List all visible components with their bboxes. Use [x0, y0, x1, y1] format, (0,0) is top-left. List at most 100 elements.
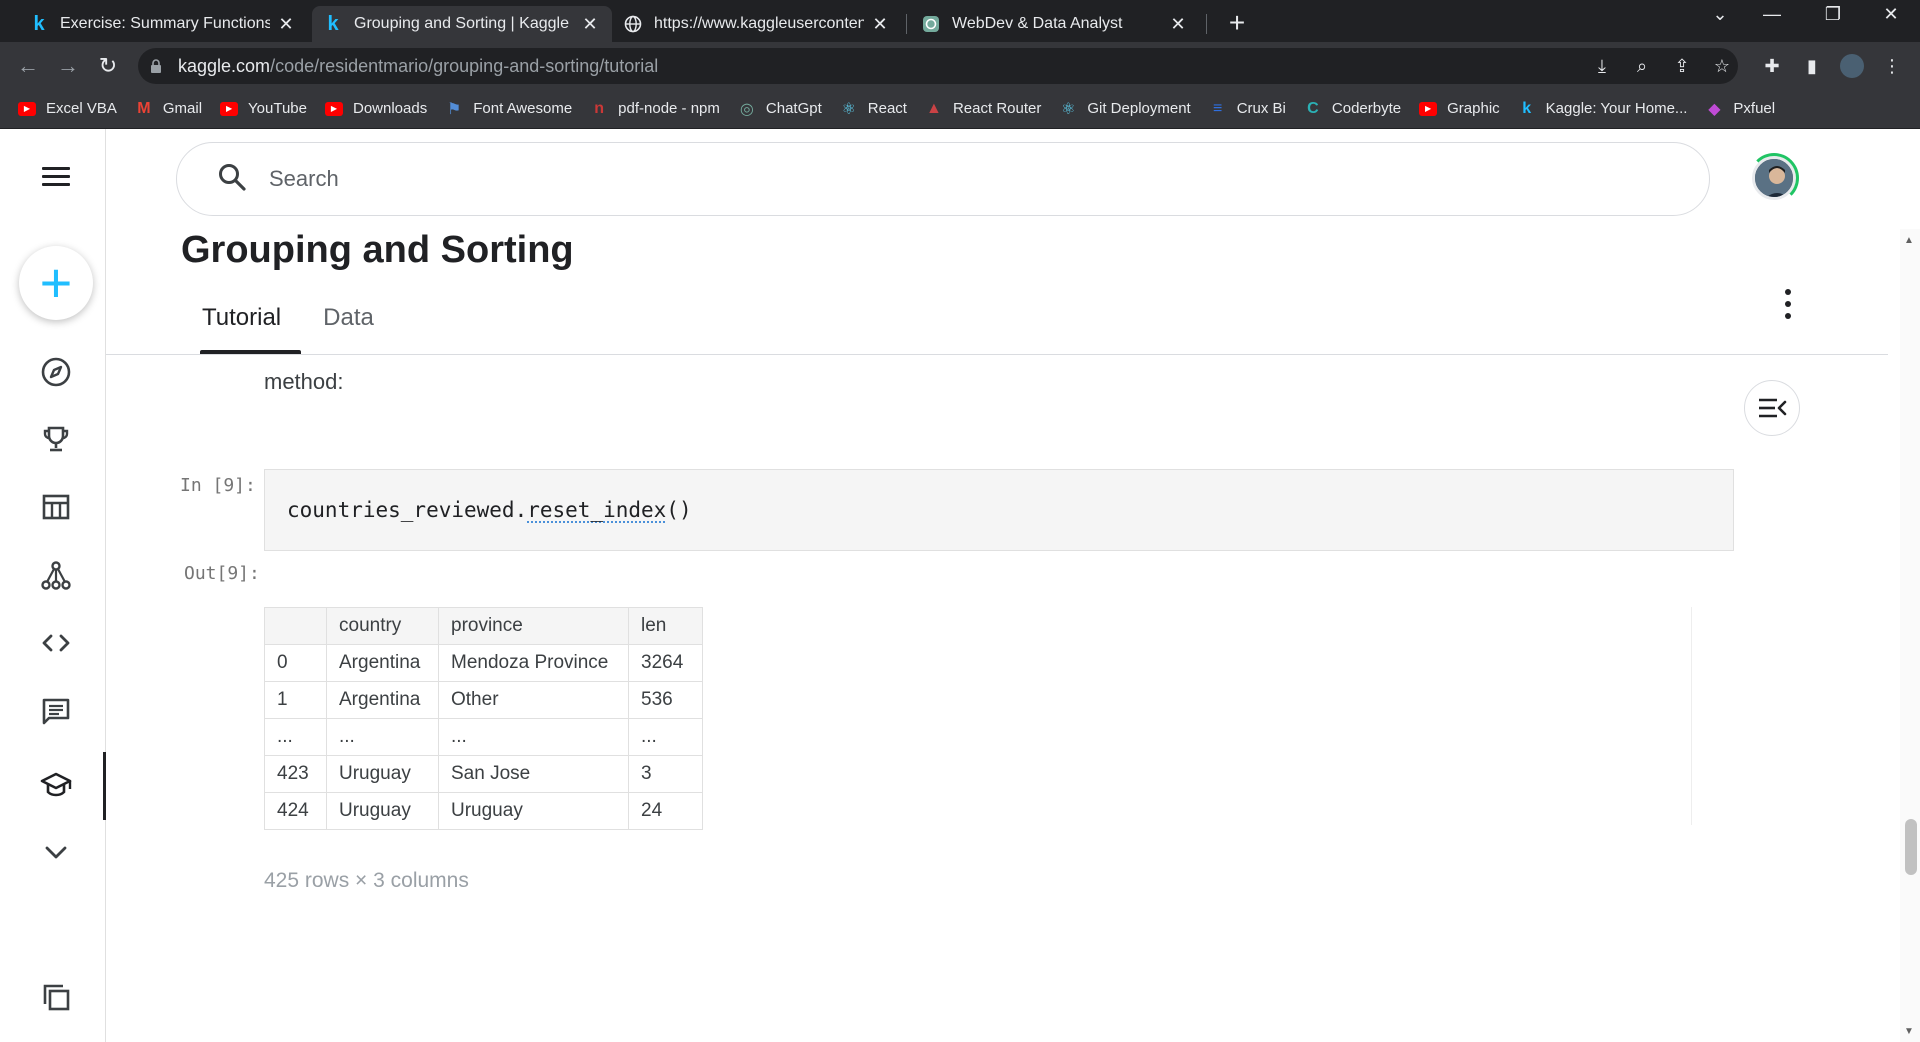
chatgpt-icon	[922, 15, 940, 33]
lock-icon	[150, 59, 162, 73]
table-cell: 536	[628, 681, 703, 719]
tab-separator	[906, 14, 907, 34]
close-icon[interactable]: ✕	[580, 14, 600, 35]
bookmark-item[interactable]: ◎ ChatGpt	[738, 100, 822, 118]
table-icon[interactable]	[38, 489, 74, 525]
forward-icon[interactable]: →	[54, 52, 82, 80]
reload-icon[interactable]: ↻	[94, 52, 122, 80]
address-bar[interactable]: kaggle.com/code/residentmario/grouping-a…	[138, 48, 1738, 84]
crux-icon: ≡	[1213, 99, 1223, 117]
create-button[interactable]: +	[19, 246, 93, 320]
bookmark-label: Coderbyte	[1331, 100, 1402, 117]
bookmark-item[interactable]: ◆ Pxfuel	[1705, 100, 1775, 118]
table-cell: Uruguay	[326, 755, 439, 793]
browser-tab-webdev[interactable]: WebDev & Data Analyst ✕	[910, 6, 1200, 42]
bookmark-item[interactable]: ⚑ Font Awesome	[445, 100, 572, 118]
trophy-icon[interactable]	[38, 421, 74, 457]
bookmark-item[interactable]: ▲ React Router	[925, 100, 1041, 118]
tab-separator	[1206, 14, 1207, 34]
table-of-contents-button[interactable]	[1744, 380, 1800, 436]
row-index-cell: 424	[264, 792, 327, 830]
scroll-up-icon[interactable]: ▲	[1904, 235, 1914, 246]
bookmark-label: pdf-node - npm	[618, 100, 720, 117]
browser-tab-exercise[interactable]: k Exercise: Summary Functions and ✕	[18, 6, 308, 42]
scroll-down-icon[interactable]: ▼	[1904, 1026, 1914, 1037]
table-header-row: country province len	[264, 607, 703, 645]
bookmark-item[interactable]: ▶ Excel VBA	[18, 100, 117, 117]
tab-title: Grouping and Sorting | Kaggle	[354, 15, 569, 32]
gmail-icon: M	[137, 99, 151, 117]
window-close-icon[interactable]: ✕	[1871, 4, 1911, 25]
markdown-text: method:	[264, 369, 344, 394]
bookmark-item[interactable]: ▶ YouTube	[220, 100, 307, 117]
code-cell[interactable]: countries_reviewed.reset_index()	[264, 469, 1734, 551]
bookmark-item[interactable]: k Kaggle: Your Home...	[1518, 100, 1687, 118]
close-icon[interactable]: ✕	[276, 14, 296, 35]
bookmark-item[interactable]: n pdf-node - npm	[590, 100, 720, 118]
search-input[interactable]: Search	[176, 142, 1710, 216]
table-cell: Other	[438, 681, 629, 719]
notebook-tabs: Tutorial Data	[182, 294, 394, 354]
compass-icon[interactable]	[38, 354, 74, 390]
url-text: kaggle.com/code/residentmario/grouping-a…	[178, 55, 659, 76]
your-work-icon[interactable]	[38, 979, 74, 1015]
close-icon[interactable]: ✕	[870, 14, 890, 35]
zoom-icon[interactable]: ⌕	[1630, 54, 1654, 78]
table-cell: Mendoza Province	[438, 644, 629, 682]
scrollbar-thumb[interactable]	[1905, 819, 1917, 875]
vertical-scrollbar[interactable]: ▲ ▼	[1900, 229, 1920, 1042]
back-icon[interactable]: ←	[14, 52, 42, 80]
minimize-icon[interactable]: —	[1752, 4, 1792, 25]
bookmark-item[interactable]: ≡ Crux Bi	[1209, 99, 1286, 118]
kaggle-icon: k	[33, 12, 45, 35]
models-icon[interactable]	[38, 557, 74, 593]
learn-icon[interactable]	[38, 767, 74, 803]
table-cell: Argentina	[326, 644, 439, 682]
table-cell: ...	[326, 718, 439, 756]
new-tab-button[interactable]: +	[1222, 7, 1252, 38]
tab-search-icon[interactable]: ⌄	[1700, 4, 1740, 25]
discussion-icon[interactable]	[38, 693, 74, 729]
share-icon[interactable]: ⇪	[1670, 54, 1694, 78]
hamburger-menu-icon[interactable]	[42, 167, 70, 187]
bookmark-star-icon[interactable]: ☆	[1710, 54, 1734, 78]
close-icon[interactable]: ✕	[1168, 14, 1188, 35]
extensions-icon[interactable]: ✚	[1760, 54, 1784, 78]
page-title: Grouping and Sorting	[181, 229, 574, 271]
side-panel-icon[interactable]: ▮	[1800, 54, 1824, 78]
bookmark-item[interactable]: ▶ Graphic	[1419, 100, 1500, 117]
row-index-cell: 423	[264, 755, 327, 793]
bookmark-item[interactable]: M Gmail	[135, 99, 203, 118]
chatgpt-icon: ◎	[739, 100, 754, 118]
bookmark-label: Downloads	[353, 100, 428, 117]
bookmark-item[interactable]: C Coderbyte	[1304, 100, 1402, 118]
bookmark-item[interactable]: ⚛ React	[840, 100, 907, 118]
bookmark-item[interactable]: ▶ Downloads	[325, 100, 427, 117]
table-cell: Argentina	[326, 681, 439, 719]
bookmark-item[interactable]: ⚛ Git Deployment	[1059, 100, 1191, 118]
install-app-icon[interactable]: ⤓	[1590, 54, 1614, 78]
dataframe-summary: 425 rows × 3 columns	[264, 869, 469, 892]
browser-tab-usercontent[interactable]: https://www.kaggleusercontent.c ✕	[612, 6, 902, 42]
more-options-icon[interactable]	[1778, 289, 1798, 319]
table-row: 424 Uruguay Uruguay 24	[264, 792, 703, 830]
bookmark-label: Excel VBA	[46, 100, 117, 117]
table-cell: 3	[628, 755, 703, 793]
table-cell: 24	[628, 792, 703, 830]
profile-avatar-icon[interactable]	[1840, 54, 1864, 78]
browser-tab-grouping[interactable]: k Grouping and Sorting | Kaggle ✕	[312, 6, 612, 42]
chevron-down-icon[interactable]	[38, 834, 74, 870]
browser-menu-icon[interactable]: ⋮	[1880, 54, 1904, 78]
react-icon: ⚛	[841, 100, 856, 118]
bookmark-label: Gmail	[162, 100, 203, 117]
tab-data[interactable]: Data	[303, 294, 394, 354]
column-header	[264, 607, 327, 645]
code-icon[interactable]	[38, 625, 74, 661]
tabs-divider	[106, 354, 1888, 355]
output-area: country province len 0 Argentina Mendoza P…	[264, 607, 1692, 830]
tab-title: Exercise: Summary Functions and	[60, 15, 270, 32]
restore-icon[interactable]: ❐	[1813, 4, 1853, 25]
tab-tutorial[interactable]: Tutorial	[182, 294, 302, 354]
search-icon	[217, 162, 247, 197]
bookmark-label: Crux Bi	[1236, 100, 1286, 117]
